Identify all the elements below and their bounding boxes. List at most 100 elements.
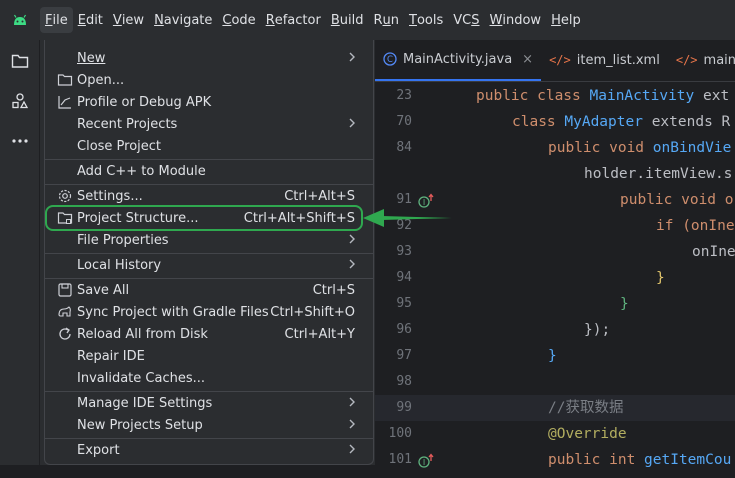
menu-item-repair-ide[interactable]: Repair IDE — [53, 345, 367, 367]
code-text: class MyAdapter extends R — [512, 109, 730, 135]
shortcut-label: Ctrl+Alt+Y — [284, 326, 355, 342]
menu-item-local-history[interactable]: Local History — [53, 254, 367, 276]
save-icon — [57, 282, 73, 298]
mnemonic-letter: T — [409, 12, 417, 28]
chevron-right-icon — [347, 395, 357, 413]
menu-item-manage-ide-settings[interactable]: Manage IDE Settings — [53, 392, 367, 414]
menu-item-label: New — [77, 50, 106, 66]
menu-item-export[interactable]: Export — [53, 439, 367, 461]
menu-item-reload-from-disk[interactable]: Reload All from Disk Ctrl+Alt+Y — [53, 323, 367, 345]
code-text: holder.itemView.s — [584, 166, 733, 182]
line-number: 94 — [396, 270, 412, 285]
code-editor[interactable]: C MainActivity.java × </> item_list.xml … — [375, 40, 735, 468]
chevron-right-icon — [347, 232, 357, 250]
code-line: 94 } — [375, 265, 735, 291]
menu-item-profile-debug-apk[interactable]: Profile or Debug APK — [53, 91, 367, 113]
menu-item-recent-projects[interactable]: Recent Projects — [53, 113, 367, 135]
mnemonic-letter: V — [112, 12, 122, 28]
code-comment: //获取数据 — [548, 400, 624, 416]
code-line: 100 @Override — [375, 421, 735, 447]
resource-manager-icon[interactable] — [6, 87, 34, 115]
tab-main-activity-xml[interactable]: </> main_ac — [668, 39, 735, 81]
shortcut-label: Ctrl+Alt+S — [284, 188, 355, 204]
menu-item-label: Reload All from Disk — [77, 326, 208, 342]
tab-mainactivity[interactable]: C MainActivity.java × — [375, 39, 542, 81]
line-number: 100 — [388, 426, 412, 441]
menu-item-label: New Projects Setup — [77, 417, 203, 433]
class-name: MyAdapter — [564, 114, 643, 130]
tool-window-strip — [0, 40, 40, 465]
menu-navigate[interactable]: Navigate — [149, 7, 217, 33]
code-text: } — [656, 270, 665, 286]
line-number: 84 — [396, 140, 412, 155]
menu-code[interactable]: Code — [217, 7, 260, 33]
menu-item-new[interactable]: New — [53, 47, 367, 69]
menu-item-label: File Properties — [77, 232, 169, 248]
code-text: } — [548, 348, 557, 364]
svg-text:C: C — [387, 55, 393, 65]
highlight-annotation — [45, 205, 363, 231]
menu-vcs[interactable]: VC S — [448, 7, 484, 33]
menu-item-label: Close Project — [77, 138, 162, 154]
project-folder-icon[interactable] — [6, 47, 34, 75]
folder-icon — [57, 72, 73, 88]
code-text: } — [620, 296, 629, 312]
menu-item-invalidate-caches[interactable]: Invalidate Caches... — [53, 367, 367, 389]
close-icon[interactable]: × — [522, 52, 533, 67]
menu-item-sync-gradle[interactable]: Sync Project with Gradle Files Ctrl+Shif… — [53, 301, 367, 323]
chevron-right-icon — [347, 442, 357, 460]
code-line: 96 }); — [375, 317, 735, 343]
menu-item-new-projects-setup[interactable]: New Projects Setup — [53, 414, 367, 436]
code-text: }); — [584, 322, 611, 338]
implementation-gutter-icon[interactable]: I — [418, 452, 436, 478]
menu-view[interactable]: View — [108, 7, 149, 33]
menu-item-add-cpp[interactable]: Add C++ to Module — [53, 160, 367, 182]
more-tools-icon[interactable] — [6, 127, 34, 155]
menu-file[interactable]: File — [40, 7, 73, 33]
code-line: 97 } — [375, 343, 735, 369]
menu-window[interactable]: Window — [485, 7, 547, 33]
code-line-current: 99 //获取数据 — [375, 395, 735, 421]
chevron-right-icon — [347, 50, 357, 68]
keyword: public void — [548, 140, 653, 156]
menu-item-label: Sync Project with Gradle Files — [77, 304, 269, 320]
menu-item-settings[interactable]: Settings... Ctrl+Alt+S — [53, 185, 367, 207]
menu-item-label: Export — [77, 442, 120, 458]
mnemonic-letter: E — [77, 12, 86, 28]
method-name: onBindVie — [652, 140, 732, 156]
menu-item-close-project[interactable]: Close Project — [53, 135, 367, 157]
editor-tabs: C MainActivity.java × </> item_list.xml … — [375, 40, 735, 82]
menu-item-label: Recent Projects — [77, 116, 178, 132]
keyword: class — [512, 114, 565, 130]
line-number: 70 — [396, 114, 412, 129]
tab-label: item_list.xml — [576, 52, 660, 68]
mnemonic-letter: u — [382, 12, 391, 28]
menu-edit[interactable]: Edit — [73, 7, 108, 33]
tab-item-list-xml[interactable]: </> item_list.xml — [541, 39, 668, 81]
keyword: if (onIne — [656, 218, 735, 234]
code-line: 23 public class MainActivity ext — [375, 83, 735, 109]
code-text: public void o — [620, 187, 734, 213]
line-number: 101 — [388, 452, 412, 467]
menu-item-label: Local History — [77, 257, 162, 273]
menu-run[interactable]: Run — [368, 7, 404, 33]
menu-item-label: Save All — [77, 282, 130, 298]
menu-help[interactable]: Help — [546, 7, 586, 33]
mnemonic-letter: N — [154, 12, 164, 28]
menu-item-file-properties[interactable]: File Properties — [53, 229, 367, 251]
mnemonic-letter: F — [45, 12, 53, 28]
menu-item-open[interactable]: Open... — [53, 69, 367, 91]
code-line: holder.itemView.s — [375, 161, 735, 187]
line-number: 97 — [396, 348, 412, 363]
method-name: getItemCou — [644, 452, 732, 468]
shortcut-label: Ctrl+S — [312, 282, 355, 298]
menu-item-save-all[interactable]: Save All Ctrl+S — [53, 279, 367, 301]
mnemonic-letter: R — [265, 12, 275, 28]
menu-build[interactable]: Build — [326, 7, 369, 33]
line-number: 96 — [396, 322, 412, 337]
menu-tools[interactable]: Tools — [404, 7, 448, 33]
gradle-sync-icon — [57, 304, 73, 320]
menu-refactor[interactable]: Refactor — [261, 7, 326, 33]
code-line: 101 I public int getItemCou — [375, 447, 735, 473]
menu-item-label: Open... — [77, 72, 125, 88]
